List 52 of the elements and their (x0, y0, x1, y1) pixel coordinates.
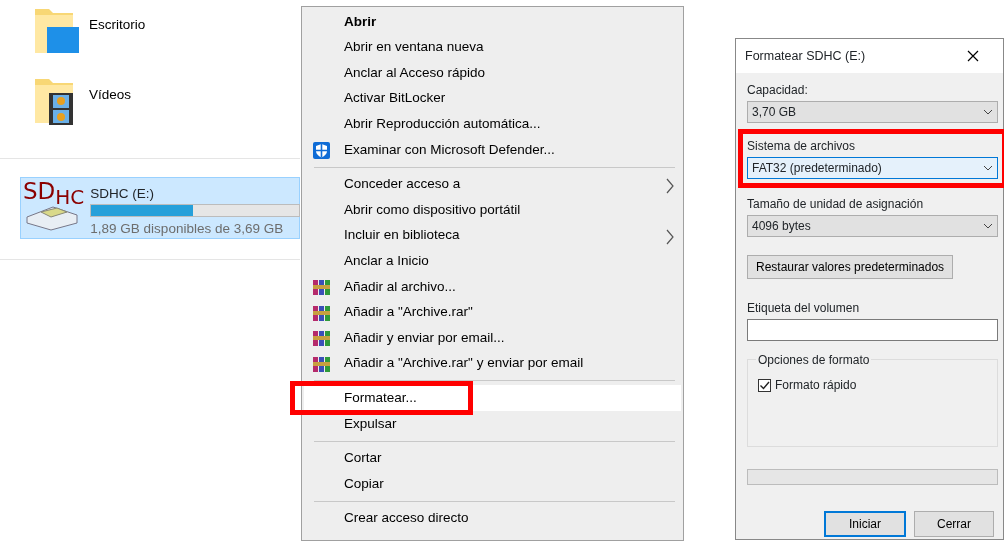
field-label: Sistema de archivos (747, 139, 857, 154)
sd-logo-text: SD$_{HC}$ (23, 180, 85, 203)
check-icon (759, 379, 770, 391)
folder-name[interactable]: Vídeos (89, 75, 132, 140)
menu-item[interactable]: Incluir en biblioteca (304, 222, 681, 249)
chevron-right-icon (665, 228, 675, 245)
close-icon[interactable] (967, 50, 979, 62)
shield-icon (313, 141, 330, 159)
menu-item[interactable]: Expulsar (304, 410, 681, 437)
checkbox-label[interactable]: Formato rápido (775, 376, 857, 394)
field-label: Etiqueta del volumen (747, 301, 861, 316)
menu-item[interactable]: Añadir a "Archive.rar" y enviar por email (304, 350, 681, 377)
menu-item[interactable]: Activar BitLocker (304, 85, 681, 112)
dropdown[interactable]: FAT32 (predeterminado) (747, 157, 998, 179)
dropdown[interactable]: 4096 bytes (747, 215, 998, 237)
menu-item[interactable]: Crear acceso directo (304, 505, 681, 532)
menu-item[interactable]: Anclar al Acceso rápido (304, 60, 681, 86)
menu-item[interactable]: Añadir al archivo... (304, 273, 681, 300)
books-icon (313, 330, 330, 348)
restore-defaults-button[interactable]: Restaurar valores predeterminados (747, 255, 954, 279)
chevron-down-icon (983, 165, 993, 171)
menu-item[interactable]: Cortar (304, 445, 681, 472)
drive-name: SDHC (E:) (90, 186, 156, 202)
field-label: Capacidad: (747, 83, 809, 98)
books-icon (313, 304, 330, 322)
folder-name[interactable]: Escritorio (89, 5, 146, 70)
menu-item[interactable]: Abrir Reproducción automática... (304, 111, 681, 137)
books-icon (313, 278, 330, 296)
card-reader-icon (23, 203, 81, 231)
menu-item[interactable]: Anclar a Inicio (304, 248, 681, 274)
menu-item[interactable]: Copiar (304, 471, 681, 497)
menu-item[interactable]: Abrir en ventana nueva (304, 34, 681, 61)
dialog-button[interactable]: Iniciar (824, 511, 906, 537)
menu-item[interactable]: Abrir como dispositivo portátil (304, 197, 681, 223)
menu-item[interactable]: Examinar con Microsoft Defender... (304, 136, 681, 163)
chevron-right-icon (665, 177, 675, 194)
menu-item[interactable]: Formatear... (304, 385, 681, 411)
menu-item[interactable]: Añadir a "Archive.rar" (304, 299, 681, 326)
dialog-button[interactable]: Cerrar (914, 511, 994, 537)
menu-item[interactable]: Añadir y enviar por email... (304, 325, 681, 351)
drive-item[interactable]: SD$_{HC}$ SDHC (E:) 1,89 GB disponibles de 3,69 GB (20, 177, 300, 239)
menu-item[interactable]: Conceder acceso a (304, 171, 681, 198)
menu-item[interactable]: Abrir (304, 9, 681, 35)
checkbox[interactable] (758, 378, 771, 392)
chevron-down-icon (983, 223, 993, 229)
field-label: Tamaño de unidad de asignación (747, 197, 925, 212)
chevron-down-icon (983, 109, 993, 115)
dialog-title: Formatear SDHC (E:) (745, 47, 866, 65)
dropdown[interactable]: 3,70 GB (747, 101, 998, 123)
books-icon (313, 355, 330, 373)
drive-free-space: 1,89 GB disponibles de 3,69 GB (90, 220, 285, 238)
volume-label-field[interactable] (747, 319, 998, 341)
